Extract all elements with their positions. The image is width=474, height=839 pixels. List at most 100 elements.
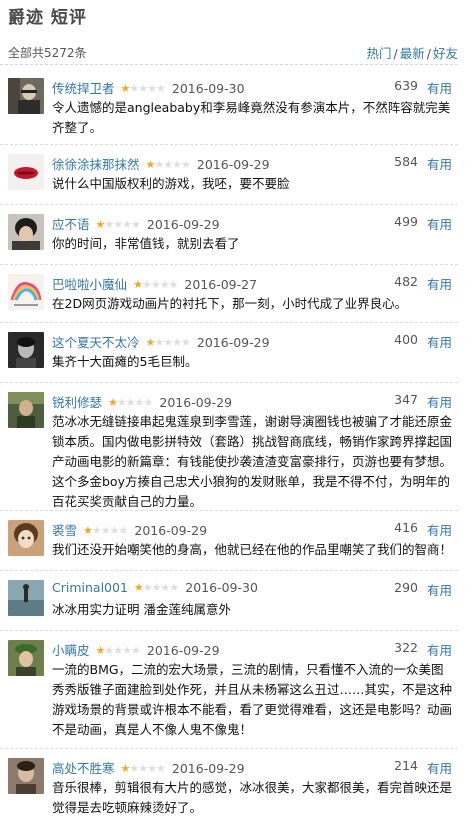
vote-count: 584: [394, 154, 418, 169]
star-empty-icon: ★: [154, 336, 164, 349]
star-empty-icon: ★: [142, 581, 153, 594]
star-empty-icon: ★: [116, 396, 127, 409]
rating-stars: ★★★★★: [146, 336, 191, 349]
comment-date: 2016-09-29: [159, 395, 233, 410]
comment-item: 小瞒皮 ★★★★★ 2016-09-29 322 有用 一流的BMG，二流的宏大场景…: [0, 630, 458, 749]
comment-date: 2016-09-30: [171, 81, 245, 96]
sort-hot-tab[interactable]: 热门: [367, 46, 392, 61]
user-avatar[interactable]: [8, 580, 44, 616]
comment-author-link[interactable]: 锐利修瑟: [52, 395, 102, 410]
sort-friends-tab[interactable]: 好友: [433, 46, 458, 61]
comment-date: 2016-09-27: [184, 277, 258, 292]
avatar-image: [8, 392, 44, 428]
comment-date: 2016-09-29: [146, 217, 220, 232]
comment-meta: 小瞒皮 ★★★★★ 2016-09-29 322 有用: [52, 640, 452, 658]
star-empty-icon: ★: [181, 158, 191, 171]
avatar-image: [8, 274, 44, 310]
comment-date: 2016-09-29: [196, 335, 270, 350]
comment-text: 令人遗憾的是angleababy和李易峰竟然没有参演本片，不然阵容就完美齐整了。: [52, 100, 451, 135]
comment-meta: 应不语 ★★★★★ 2016-09-29 499 有用: [52, 214, 452, 232]
comment-author-link[interactable]: 小瞒皮: [52, 643, 90, 658]
comment-date: 2016-09-29: [171, 761, 245, 776]
avatar-image: [8, 520, 44, 556]
comment-text: 集齐十大面瘫的5毛巨制。: [52, 354, 198, 369]
star-empty-icon: ★: [122, 218, 132, 231]
review-header-bar: 全部共5272条 热门 / 最新 / 好友: [0, 42, 458, 65]
user-avatar[interactable]: [8, 78, 44, 114]
useful-button[interactable]: 有用: [427, 154, 452, 173]
avatar-image: [8, 758, 44, 794]
star-empty-icon: ★: [147, 762, 157, 775]
comment-text: 你的时间，非常值钱，就别去看了: [52, 236, 240, 251]
vote-count: 347: [394, 392, 418, 407]
sort-latest-tab[interactable]: 最新: [400, 46, 425, 61]
user-avatar[interactable]: [8, 154, 44, 190]
rating-stars: ★★★★★: [121, 82, 166, 95]
useful-button[interactable]: 有用: [427, 758, 452, 777]
comment-text: 在2D网页游戏动画片的衬托下，那一刻，小时代成了业界良心。: [52, 296, 408, 311]
user-avatar[interactable]: [8, 520, 44, 556]
avatar-image: [8, 332, 44, 368]
user-avatar[interactable]: [8, 392, 44, 428]
star-empty-icon: ★: [125, 396, 136, 409]
useful-button[interactable]: 有用: [427, 274, 452, 293]
review-total-count: 全部共5272条: [8, 46, 87, 60]
user-avatar[interactable]: [8, 640, 44, 676]
star-empty-icon: ★: [169, 581, 179, 594]
user-avatar[interactable]: [8, 274, 44, 310]
page-title: 爵迹 短评: [8, 8, 87, 28]
star-empty-icon: ★: [163, 336, 173, 349]
comment-author-link[interactable]: 裘雪: [52, 523, 77, 538]
star-empty-icon: ★: [147, 82, 157, 95]
star-empty-icon: ★: [113, 218, 123, 231]
comment-date: 2016-09-29: [146, 643, 220, 658]
useful-button[interactable]: 有用: [427, 580, 452, 599]
comment-text: 冰冰用实力证明 潘金莲纯属意外: [52, 602, 231, 617]
star-empty-icon: ★: [138, 762, 148, 775]
star-filled-icon: ★: [83, 524, 93, 537]
star-empty-icon: ★: [91, 524, 102, 537]
star-empty-icon: ★: [172, 158, 182, 171]
comment-author-link[interactable]: 高处不胜寒: [52, 761, 115, 776]
vote-count: 322: [394, 640, 418, 655]
useful-button[interactable]: 有用: [427, 520, 452, 539]
star-empty-icon: ★: [168, 278, 179, 291]
comment-meta: 锐利修瑟 ★★★★★ 2016-09-29 347 有用: [52, 392, 452, 410]
comment-text: 范冰冰无缝链接串起鬼莲泉到李雪莲，谢谢导演圈钱也被骗了才能还原金锁本质。国内做电…: [52, 414, 453, 509]
user-avatar[interactable]: [8, 214, 44, 250]
sort-separator: /: [393, 46, 398, 61]
star-filled-icon: ★: [133, 581, 144, 594]
comment-author-link[interactable]: 徐徐涂抹那抹然: [52, 157, 140, 172]
comment-meta: 传统捍卫者 ★★★★★ 2016-09-30 639 有用: [52, 78, 452, 96]
avatar-image: [8, 154, 44, 190]
user-avatar[interactable]: [8, 332, 44, 368]
star-empty-icon: ★: [109, 524, 120, 537]
star-empty-icon: ★: [100, 524, 111, 537]
avatar-image: [8, 640, 44, 676]
comment-author-link[interactable]: 这个夏天不太冷: [52, 335, 140, 350]
useful-button[interactable]: 有用: [427, 392, 452, 411]
useful-button[interactable]: 有用: [427, 640, 452, 659]
comment-author-link[interactable]: 应不语: [52, 217, 90, 232]
star-empty-icon: ★: [154, 158, 164, 171]
comment-meta: 徐徐涂抹那抹然 ★★★★★ 2016-09-29 584 有用: [52, 154, 452, 172]
comment-author-link[interactable]: 传统捍卫者: [52, 81, 115, 96]
comment-item: 巴啦啦小魔仙 ★★★★★ 2016-09-27 482 有用 在2D网页游戏动画片的…: [0, 264, 458, 323]
comment-meta: 这个夏天不太冷 ★★★★★ 2016-09-29 400 有用: [52, 332, 452, 350]
star-empty-icon: ★: [151, 581, 162, 594]
star-empty-icon: ★: [129, 82, 139, 95]
comment-author-link[interactable]: Criminal001: [52, 580, 128, 595]
user-avatar[interactable]: [8, 758, 44, 794]
star-empty-icon: ★: [104, 644, 114, 657]
comment-item: 锐利修瑟 ★★★★★ 2016-09-29 347 有用 范冰冰无缝链接串起鬼莲泉到…: [0, 382, 458, 511]
avatar-image: [8, 78, 44, 114]
vote-count: 290: [394, 580, 418, 595]
useful-button[interactable]: 有用: [427, 214, 452, 233]
star-empty-icon: ★: [156, 82, 166, 95]
useful-button[interactable]: 有用: [427, 78, 452, 97]
vote-count: 499: [394, 214, 418, 229]
comment-text: 说什么中国版权利的游戏，我呸，要不要脸: [52, 176, 290, 191]
comment-text: 一流的BMG，二流的宏大场景，三流的剧情，只看懂不入流的一众美图秀秀版锥子面建脸…: [52, 662, 453, 737]
comment-author-link[interactable]: 巴啦啦小魔仙: [52, 277, 127, 292]
useful-button[interactable]: 有用: [427, 332, 452, 351]
